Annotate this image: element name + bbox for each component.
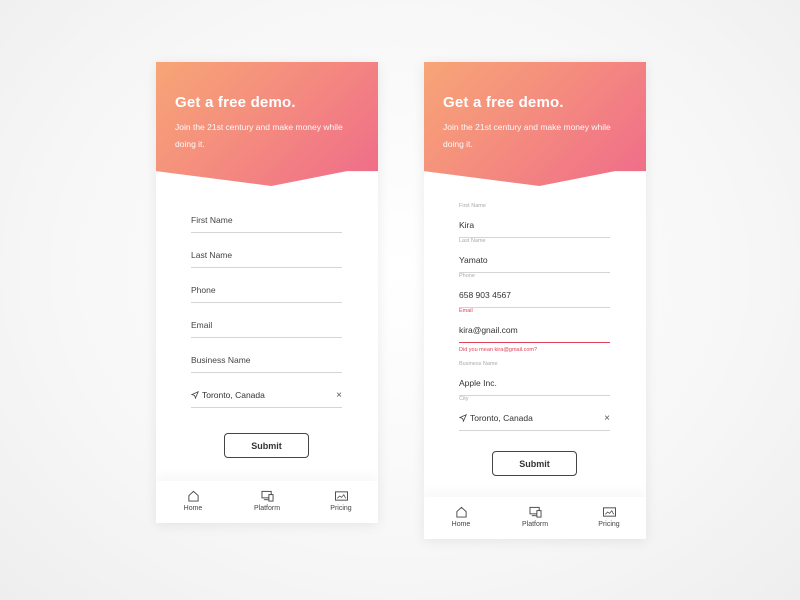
tab-home[interactable]: Home xyxy=(426,497,496,539)
business-name-value: Apple Inc. xyxy=(459,378,497,388)
last-name-field[interactable]: Last Name Yamato xyxy=(459,238,610,273)
devices-icon xyxy=(261,490,273,502)
email-field[interactable]: Email xyxy=(191,303,342,338)
first-name-placeholder: First Name xyxy=(191,215,233,225)
hero-subtitle: Join the 21st century and make money whi… xyxy=(175,122,343,149)
pricing-icon xyxy=(334,491,348,501)
clear-location-icon[interactable]: × xyxy=(336,391,342,401)
location-arrow-icon xyxy=(191,391,199,399)
last-name-placeholder: Last Name xyxy=(191,250,233,260)
tab-platform[interactable]: Platform xyxy=(232,481,302,523)
submit-button[interactable]: Submit xyxy=(224,433,309,458)
last-name-label: Last Name xyxy=(459,238,486,244)
pricing-icon xyxy=(602,507,616,517)
tab-home-label: Home xyxy=(183,505,203,512)
tab-pricing[interactable]: Pricing xyxy=(306,481,376,523)
email-placeholder: Email xyxy=(191,320,213,330)
tab-pricing-label: Pricing xyxy=(598,521,620,528)
hero-title: Get a free demo. xyxy=(443,94,564,111)
first-name-label: First Name xyxy=(459,203,486,209)
hero-subtitle: Join the 21st century and make money whi… xyxy=(443,122,611,149)
first-name-field[interactable]: First Name Kira xyxy=(459,203,610,238)
tab-home-label: Home xyxy=(451,521,471,528)
home-icon xyxy=(187,490,199,502)
business-name-field[interactable]: Business Name xyxy=(191,338,342,373)
bottom-tab-bar: Home Platform Pricing xyxy=(156,481,378,523)
email-suggestion-hint[interactable]: Did you mean kira@gmail.com? xyxy=(459,347,537,353)
email-value: kira@gnail.com xyxy=(459,325,518,335)
first-name-value: Kira xyxy=(459,220,475,230)
location-value: Toronto, Canada xyxy=(202,390,265,400)
clear-city-icon[interactable]: × xyxy=(604,414,610,424)
tab-pricing[interactable]: Pricing xyxy=(574,497,644,539)
phone-placeholder: Phone xyxy=(191,285,216,295)
hero-banner: Get a free demo. Join the 21st century a… xyxy=(424,62,646,186)
phone-field[interactable]: Phone 658 903 4567 xyxy=(459,273,610,308)
phone-screen-filled-form: Get a free demo. Join the 21st century a… xyxy=(424,62,646,539)
tab-home[interactable]: Home xyxy=(158,481,228,523)
tab-platform-label: Platform xyxy=(521,521,549,528)
first-name-field[interactable]: First Name xyxy=(191,198,342,233)
bottom-tab-bar: Home Platform Pricing xyxy=(424,497,646,539)
phone-field[interactable]: Phone xyxy=(191,268,342,303)
city-value: Toronto, Canada xyxy=(470,413,533,423)
hero-banner: Get a free demo. Join the 21st century a… xyxy=(156,62,378,186)
business-name-label: Business Name xyxy=(459,361,498,367)
devices-icon xyxy=(529,506,541,518)
last-name-value: Yamato xyxy=(459,255,488,265)
phone-screen-empty-form: Get a free demo. Join the 21st century a… xyxy=(156,62,378,523)
tab-pricing-label: Pricing xyxy=(330,505,352,512)
location-arrow-icon xyxy=(459,414,467,422)
email-label: Email xyxy=(459,308,473,314)
business-name-field[interactable]: Business Name Apple Inc. xyxy=(459,361,610,396)
phone-label: Phone xyxy=(459,273,475,279)
email-field[interactable]: Email kira@gnail.com xyxy=(459,308,610,343)
tab-platform-label: Platform xyxy=(253,505,281,512)
phone-value: 658 903 4567 xyxy=(459,290,511,300)
hero-title: Get a free demo. xyxy=(175,94,296,111)
city-field[interactable]: City Toronto, Canada × xyxy=(459,396,610,431)
home-icon xyxy=(455,506,467,518)
last-name-field[interactable]: Last Name xyxy=(191,233,342,268)
business-name-placeholder: Business Name xyxy=(191,355,251,365)
city-label: City xyxy=(459,396,469,402)
submit-button[interactable]: Submit xyxy=(492,451,577,476)
location-field[interactable]: Toronto, Canada × xyxy=(191,373,342,408)
tab-platform[interactable]: Platform xyxy=(500,497,570,539)
